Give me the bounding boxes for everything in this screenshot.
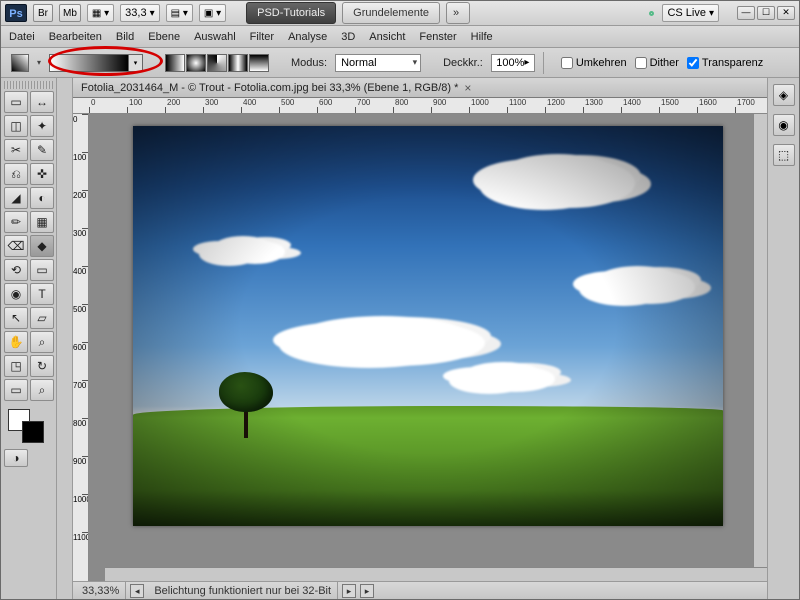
layers-panel-icon[interactable]: ◈ — [773, 84, 795, 106]
document-window: Fotolia_2031464_M - © Trout - Fotolia.co… — [73, 78, 767, 599]
ps-logo-icon: Ps — [5, 4, 27, 22]
status-nav-prev[interactable]: ◂ — [130, 584, 144, 598]
image-content — [133, 126, 723, 526]
workspace: ▭↔◫✦✂✎⎌✜◢◐✏▦⌫◆⟲▭◉T↖▱✋⌕◳↻▭⌕ ◑ Fotolia_203… — [1, 78, 799, 599]
view-mode-dropdown[interactable]: ▦ ▾ — [87, 4, 114, 22]
gradient-picker-dropdown[interactable]: ▾ — [129, 54, 143, 72]
tool-19[interactable]: ▱ — [30, 307, 54, 329]
linear-gradient-button[interactable] — [165, 54, 185, 72]
tools-grip[interactable] — [4, 81, 53, 89]
minimize-button[interactable]: — — [737, 6, 755, 20]
angle-gradient-button[interactable] — [207, 54, 227, 72]
cslive-dropdown[interactable]: CS Live ▾ — [662, 4, 719, 22]
tool-preset-picker[interactable] — [11, 54, 29, 72]
tool-13[interactable]: ◆ — [30, 235, 54, 257]
menu-ebene[interactable]: Ebene — [148, 31, 180, 43]
tool-21[interactable]: ⌕ — [30, 331, 54, 353]
tool-7[interactable]: ✜ — [30, 163, 54, 185]
mode-label: Modus: — [291, 57, 327, 69]
dither-checkbox[interactable]: Dither — [635, 57, 679, 69]
menu-analyse[interactable]: Analyse — [288, 31, 327, 43]
reverse-checkbox[interactable]: Umkehren — [561, 57, 627, 69]
tool-16[interactable]: ◉ — [4, 283, 28, 305]
vertical-scrollbar[interactable] — [753, 114, 767, 567]
tool-10[interactable]: ✏ — [4, 211, 28, 233]
tool-24[interactable]: ▭ — [4, 379, 28, 401]
menu-hilfe[interactable]: Hilfe — [471, 31, 493, 43]
tool-20[interactable]: ✋ — [4, 331, 28, 353]
status-nav-next[interactable]: ▸ — [342, 584, 356, 598]
tool-9[interactable]: ◐ — [30, 187, 54, 209]
tool-0[interactable]: ▭ — [4, 91, 28, 113]
status-bar: 33,33% ◂ Belichtung funktioniert nur bei… — [73, 581, 767, 599]
workspace-tutorials-button[interactable]: PSD-Tutorials — [246, 2, 336, 24]
tool-options-bar: ▾ ▾ Modus: Normal Deckkr.: 100%▸ Umkehre… — [1, 48, 799, 78]
menu-auswahl[interactable]: Auswahl — [194, 31, 236, 43]
screen-mode-dropdown[interactable]: ▣ ▾ — [199, 4, 226, 22]
diamond-gradient-button[interactable] — [249, 54, 269, 72]
tool-1[interactable]: ↔ — [30, 91, 54, 113]
app-window: Ps Br Mb ▦ ▾ 33,3 ▾ ▤ ▾ ▣ ▾ PSD-Tutorial… — [0, 0, 800, 600]
bridge-button[interactable]: Br — [33, 4, 53, 22]
status-menu[interactable]: ▸ — [360, 584, 374, 598]
tool-14[interactable]: ⟲ — [4, 259, 28, 281]
menu-ansicht[interactable]: Ansicht — [369, 31, 405, 43]
tool-22[interactable]: ◳ — [4, 355, 28, 377]
blend-mode-dropdown[interactable]: Normal — [335, 54, 421, 72]
workspace-basic-button[interactable]: Grundelemente — [342, 2, 440, 24]
tool-23[interactable]: ↻ — [30, 355, 54, 377]
collapsed-panel-left[interactable] — [57, 78, 73, 599]
cslive-status-icon — [649, 11, 654, 16]
horizontal-scrollbar[interactable] — [105, 567, 767, 581]
minibridge-button[interactable]: Mb — [59, 4, 81, 22]
zoom-value: 33,3 — [125, 7, 146, 19]
background-color[interactable] — [22, 421, 44, 443]
quickmask-toggle[interactable]: ◑ — [4, 449, 28, 467]
channels-panel-icon[interactable]: ◉ — [773, 114, 795, 136]
menu-filter[interactable]: Filter — [250, 31, 274, 43]
menu-bar: Datei Bearbeiten Bild Ebene Auswahl Filt… — [1, 26, 799, 48]
tools-panel: ▭↔◫✦✂✎⎌✜◢◐✏▦⌫◆⟲▭◉T↖▱✋⌕◳↻▭⌕ ◑ — [1, 78, 57, 599]
ruler-horizontal[interactable]: 0100200300400500600700800900100011001200… — [73, 98, 767, 114]
menu-3d[interactable]: 3D — [341, 31, 355, 43]
menu-datei[interactable]: Datei — [9, 31, 35, 43]
tool-25[interactable]: ⌕ — [30, 379, 54, 401]
menu-bearbeiten[interactable]: Bearbeiten — [49, 31, 102, 43]
right-panel-dock: ◈ ◉ ⬚ — [767, 78, 799, 599]
status-zoom[interactable]: 33,33% — [76, 582, 126, 599]
radial-gradient-button[interactable] — [186, 54, 206, 72]
zoom-level-dropdown[interactable]: 33,3 ▾ — [120, 4, 159, 22]
document-tab[interactable]: Fotolia_2031464_M - © Trout - Fotolia.co… — [73, 78, 767, 98]
reflected-gradient-button[interactable] — [228, 54, 248, 72]
opacity-label: Deckkr.: — [443, 57, 483, 69]
status-message: Belichtung funktioniert nur bei 32-Bit — [148, 582, 338, 599]
gradient-picker[interactable] — [49, 54, 129, 72]
tool-2[interactable]: ◫ — [4, 115, 28, 137]
tool-11[interactable]: ▦ — [30, 211, 54, 233]
transparency-checkbox[interactable]: Transparenz — [687, 57, 763, 69]
arrange-dropdown[interactable]: ▤ ▾ — [166, 4, 193, 22]
paths-panel-icon[interactable]: ⬚ — [773, 144, 795, 166]
tool-6[interactable]: ⎌ — [4, 163, 28, 185]
workspace-more-button[interactable]: » — [446, 2, 470, 24]
application-bar: Ps Br Mb ▦ ▾ 33,3 ▾ ▤ ▾ ▣ ▾ PSD-Tutorial… — [1, 1, 799, 26]
menu-bild[interactable]: Bild — [116, 31, 134, 43]
opacity-input[interactable]: 100%▸ — [491, 54, 535, 72]
maximize-button[interactable]: ☐ — [757, 6, 775, 20]
document-close-icon[interactable]: × — [464, 81, 471, 95]
ruler-vertical[interactable]: 010020030040050060070080090010001100 — [73, 114, 89, 581]
tool-3[interactable]: ✦ — [30, 115, 54, 137]
menu-fenster[interactable]: Fenster — [419, 31, 456, 43]
close-button[interactable]: ✕ — [777, 6, 795, 20]
document-title: Fotolia_2031464_M - © Trout - Fotolia.co… — [81, 82, 458, 94]
tool-5[interactable]: ✎ — [30, 139, 54, 161]
tool-4[interactable]: ✂ — [4, 139, 28, 161]
tool-17[interactable]: T — [30, 283, 54, 305]
tool-12[interactable]: ⌫ — [4, 235, 28, 257]
tool-15[interactable]: ▭ — [30, 259, 54, 281]
canvas[interactable] — [89, 114, 767, 581]
document-area: Fotolia_2031464_M - © Trout - Fotolia.co… — [57, 78, 767, 599]
tool-8[interactable]: ◢ — [4, 187, 28, 209]
tool-18[interactable]: ↖ — [4, 307, 28, 329]
